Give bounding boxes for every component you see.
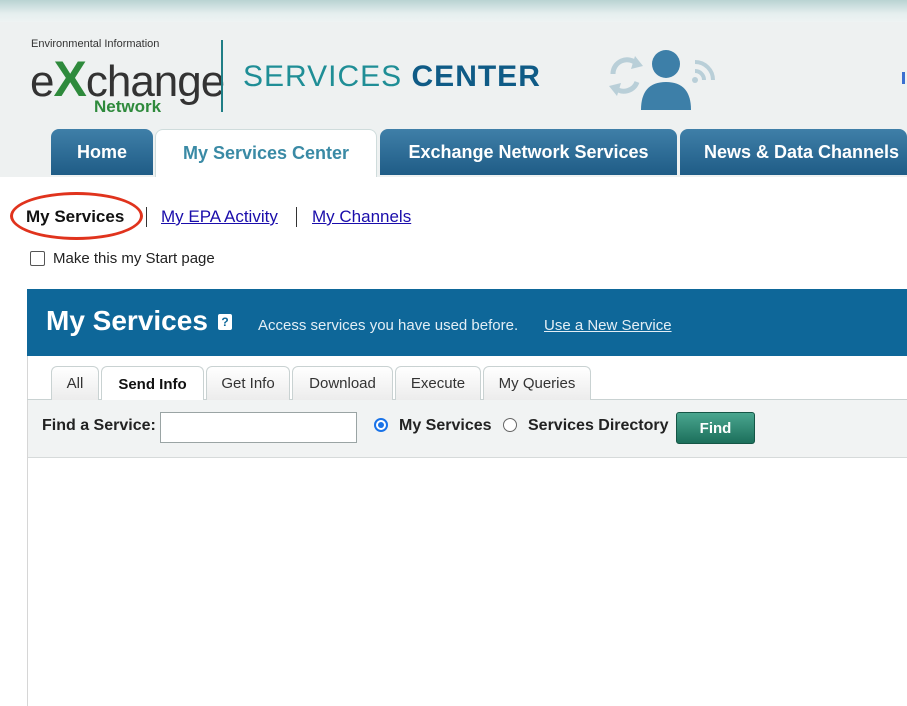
start-page-checkbox[interactable]	[30, 251, 45, 266]
user-sync-icon	[609, 50, 715, 110]
services-directory-radio[interactable]	[503, 418, 517, 432]
service-tab-send-info[interactable]: Send Info	[101, 366, 204, 401]
service-tab-download[interactable]: Download	[292, 366, 393, 400]
service-tab-all[interactable]: All	[51, 366, 99, 400]
banner-subtitle: Access services you have used before.	[258, 317, 519, 334]
nav-tab-exchange-network-services[interactable]: Exchange Network Services	[380, 129, 677, 175]
header-divider	[221, 40, 223, 112]
logo-tagline: Environmental Information	[31, 38, 160, 50]
subnav-separator	[146, 207, 147, 227]
subnav-my-epa-activity-link[interactable]: My EPA Activity	[161, 207, 278, 227]
services-directory-radio-label[interactable]: Services Directory	[528, 417, 669, 435]
start-page-option: Make this my Start page	[30, 250, 215, 267]
header-edge-link[interactable]	[902, 72, 905, 84]
my-services-banner: My Services ? Access services you have u…	[27, 289, 907, 356]
nav-tab-news-data-channels[interactable]: News & Data Channels	[680, 129, 907, 175]
use-new-service-link[interactable]: Use a New Service	[544, 317, 672, 334]
banner-title: My Services	[46, 305, 208, 336]
service-tab-get-info[interactable]: Get Info	[206, 366, 290, 400]
start-page-label: Make this my Start page	[53, 250, 215, 267]
find-button[interactable]: Find	[676, 412, 755, 444]
top-strip	[0, 0, 907, 22]
highlight-circle-annotation	[10, 192, 143, 240]
title-services: SERVICES	[243, 60, 412, 93]
subnav-my-channels-link[interactable]: My Channels	[312, 207, 411, 227]
service-tab-execute[interactable]: Execute	[395, 366, 481, 400]
nav-tab-home[interactable]: Home	[51, 129, 153, 175]
my-services-radio-label[interactable]: My Services	[399, 417, 492, 435]
logo-network-text: Network	[94, 97, 162, 116]
service-tab-my-queries[interactable]: My Queries	[483, 366, 591, 400]
my-services-radio[interactable]	[374, 418, 388, 432]
logo-text-e: e	[30, 57, 55, 106]
find-service-label: Find a Service:	[42, 417, 156, 434]
title-center: CENTER	[411, 60, 541, 93]
find-service-bar: Find a Service: My Services Services Dir…	[28, 400, 907, 458]
subnav-separator	[296, 207, 297, 227]
find-service-input[interactable]	[160, 412, 357, 443]
logo-text-x: X	[53, 51, 86, 107]
help-icon[interactable]: ?	[218, 314, 232, 330]
services-center-title: SERVICES CENTER	[243, 60, 541, 94]
nav-tab-my-services-center[interactable]: My Services Center	[155, 129, 377, 177]
